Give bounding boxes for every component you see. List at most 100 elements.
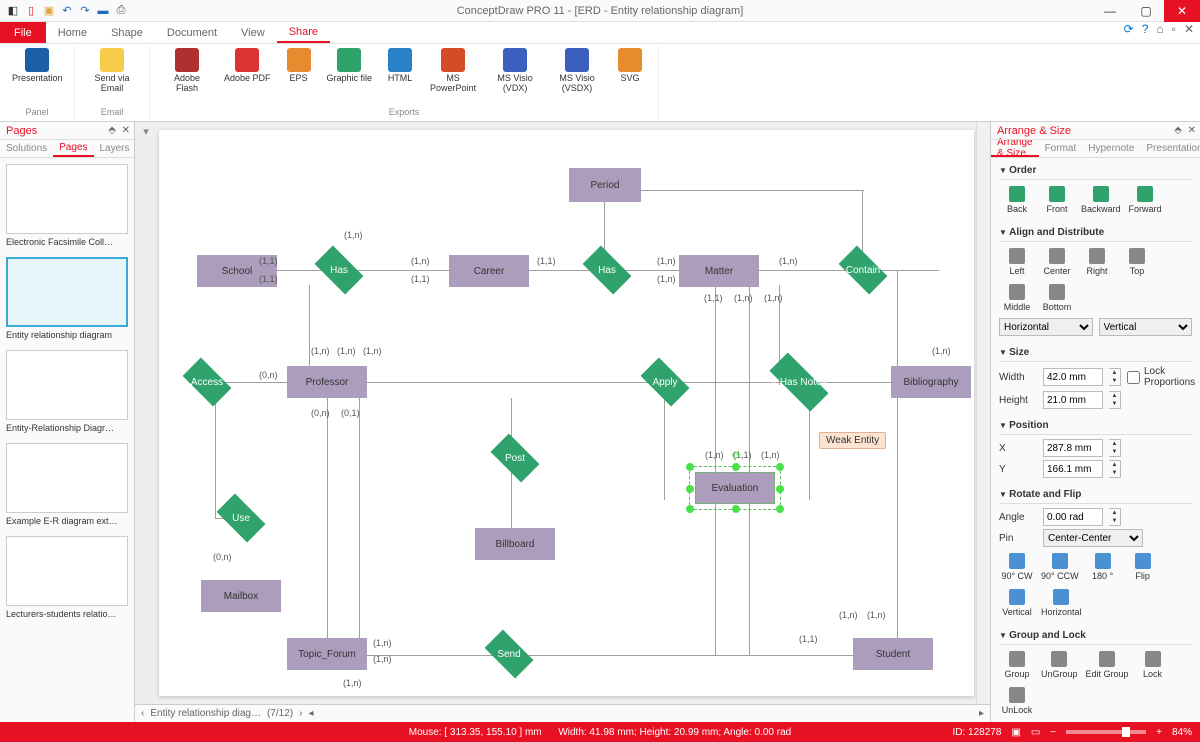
pin-icon[interactable]: ⬘ (1174, 125, 1182, 136)
subtab-layers[interactable]: Layers (94, 140, 136, 157)
fit-page-icon[interactable]: ▣ (1011, 727, 1020, 738)
width-input[interactable] (1043, 368, 1103, 386)
x-spinner[interactable]: ▲▼ (1109, 439, 1121, 457)
entity-matter[interactable]: Matter (679, 255, 759, 287)
restore-icon[interactable]: ▫ (1172, 22, 1176, 36)
export-html-button[interactable]: HTML (380, 46, 420, 86)
flip-vertical-button[interactable]: Vertical (999, 587, 1035, 619)
pos-y-input[interactable] (1043, 460, 1103, 478)
fit-width-icon[interactable]: ▭ (1031, 727, 1040, 738)
entity-student[interactable]: Student (853, 638, 933, 670)
prop-tab-format[interactable]: Format (1039, 140, 1083, 157)
scroll-right[interactable]: ▸ (979, 708, 984, 719)
entity-billboard[interactable]: Billboard (475, 528, 555, 560)
align-middle-button[interactable]: Middle (999, 282, 1035, 314)
page-thumb[interactable]: Electronic Facsimile Coll… (6, 164, 128, 247)
undo-icon[interactable]: ↶ (60, 4, 74, 18)
save-icon[interactable]: ▬ (96, 4, 110, 18)
relation-has[interactable]: Has (309, 252, 369, 288)
relation-post[interactable]: Post (485, 440, 545, 476)
section-size[interactable]: Size (999, 344, 1192, 362)
entity-mailbox[interactable]: Mailbox (201, 580, 281, 612)
tab-view[interactable]: View (229, 22, 277, 43)
subtab-pages[interactable]: Pages (53, 140, 93, 157)
section-position[interactable]: Position (999, 417, 1192, 435)
relation-apply[interactable]: Apply (635, 364, 695, 400)
edit-group-button[interactable]: Edit Group (1084, 649, 1131, 681)
export-vdx-button[interactable]: MS Visio (VDX) (486, 46, 544, 96)
order-backward-button[interactable]: Backward (1079, 184, 1123, 216)
section-align[interactable]: Align and Distribute (999, 224, 1192, 242)
distribute-horizontal[interactable]: Horizontal (999, 318, 1093, 336)
pin-icon[interactable]: ⬘ (108, 125, 116, 136)
order-back-button[interactable]: Back (999, 184, 1035, 216)
entity-bibliography[interactable]: Bibliography (891, 366, 971, 398)
close-panel-icon[interactable]: ✕ (1188, 125, 1196, 136)
section-group[interactable]: Group and Lock (999, 627, 1192, 645)
angle-input[interactable] (1043, 508, 1103, 526)
lock-proportions-checkbox[interactable] (1127, 371, 1140, 384)
section-order[interactable]: Order (999, 162, 1192, 180)
pos-x-input[interactable] (1043, 439, 1103, 457)
page-nav-next[interactable]: › (299, 708, 302, 719)
relation-access[interactable]: Access (177, 364, 237, 400)
align-center-button[interactable]: Center (1039, 246, 1075, 278)
entity-topic[interactable]: Topic_Forum (287, 638, 367, 670)
maximize-button[interactable]: ▢ (1128, 0, 1164, 22)
export-graphic-button[interactable]: Graphic file (323, 46, 377, 86)
flip-horizontal-button[interactable]: Horizontal (1039, 587, 1084, 619)
relation-notes[interactable]: It Has Notes (759, 364, 839, 400)
height-spinner[interactable]: ▲▼ (1109, 391, 1121, 409)
angle-spinner[interactable]: ▲▼ (1109, 508, 1121, 526)
distribute-vertical[interactable]: Vertical (1099, 318, 1193, 336)
export-eps-button[interactable]: EPS (279, 46, 319, 86)
export-vsdx-button[interactable]: MS Visio (VSDX) (548, 46, 606, 96)
entity-career[interactable]: Career (449, 255, 529, 287)
selection-handles[interactable]: ⟳ (689, 466, 781, 510)
open-icon[interactable]: ▣ (42, 4, 56, 18)
align-right-button[interactable]: Right (1079, 246, 1115, 278)
diagram-canvas[interactable]: Period School Career Matter Bibliography… (159, 130, 974, 696)
page-thumb[interactable]: Example E-R diagram ext… (6, 443, 128, 526)
section-rotate[interactable]: Rotate and Flip (999, 486, 1192, 504)
page-thumb[interactable]: Lecturers-students relatio… (6, 536, 128, 619)
order-forward-button[interactable]: Forward (1127, 184, 1164, 216)
presentation-button[interactable]: Presentation (8, 46, 66, 86)
relation-has[interactable]: Has (577, 252, 637, 288)
close-doc-icon[interactable]: ✕ (1184, 22, 1194, 36)
close-panel-icon[interactable]: ✕ (122, 125, 130, 136)
align-top-button[interactable]: Top (1119, 246, 1155, 278)
tab-shape[interactable]: Shape (99, 22, 155, 43)
tab-document[interactable]: Document (155, 22, 229, 43)
relation-use[interactable]: Use (211, 500, 271, 536)
redo-icon[interactable]: ↷ (78, 4, 92, 18)
zoom-out-button[interactable]: − (1050, 727, 1056, 738)
export-flash-button[interactable]: Adobe Flash (158, 46, 216, 96)
prop-tab-hypernote[interactable]: Hypernote (1082, 140, 1140, 157)
tab-share[interactable]: Share (277, 22, 330, 43)
relation-contain[interactable]: Contain (833, 252, 893, 288)
entity-period[interactable]: Period (569, 168, 641, 202)
group-button[interactable]: Group (999, 649, 1035, 681)
print-icon[interactable]: ⎙ (114, 4, 128, 18)
zoom-level[interactable]: 84% (1172, 727, 1192, 738)
subtab-solutions[interactable]: Solutions (0, 140, 53, 157)
align-left-button[interactable]: Left (999, 246, 1035, 278)
new-icon[interactable]: ▯ (24, 4, 38, 18)
order-front-button[interactable]: Front (1039, 184, 1075, 216)
vertical-scrollbar[interactable] (976, 122, 990, 704)
rotate-cw-button[interactable]: 90° CW (999, 551, 1035, 583)
zoom-in-button[interactable]: + (1156, 727, 1162, 738)
close-button[interactable]: ✕ (1164, 0, 1200, 22)
page-thumb[interactable]: Entity relationship diagram (6, 257, 128, 340)
home-icon[interactable]: ⌂ (1156, 22, 1163, 36)
help-icon[interactable]: ? (1142, 22, 1149, 36)
send-email-button[interactable]: Send via Email (83, 46, 141, 96)
cloud-icon[interactable]: ⟳ (1124, 22, 1134, 36)
relation-send[interactable]: Send (479, 636, 539, 672)
flip-button[interactable]: Flip (1125, 551, 1161, 583)
unlock-button[interactable]: UnLock (999, 685, 1035, 717)
page-tab-name[interactable]: Entity relationship diag… (150, 708, 261, 719)
page-thumb[interactable]: Entity-Relationship Diagr… (6, 350, 128, 433)
minimize-button[interactable]: — (1092, 0, 1128, 22)
